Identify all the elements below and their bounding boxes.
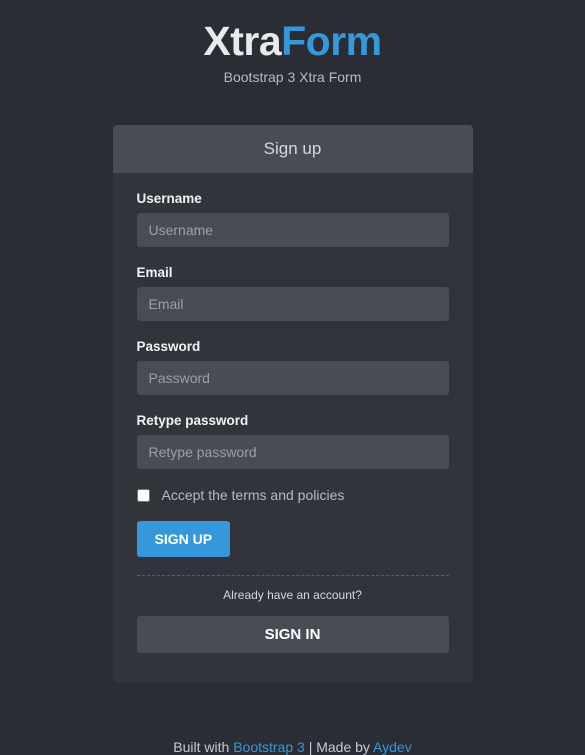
username-label: Username bbox=[137, 191, 449, 206]
terms-checkbox[interactable] bbox=[137, 489, 150, 502]
footer: Built with Bootstrap 3 | Made by Aydev bbox=[173, 739, 411, 755]
retype-password-input[interactable] bbox=[137, 435, 449, 469]
username-input[interactable] bbox=[137, 213, 449, 247]
bootstrap-link[interactable]: Bootstrap 3 bbox=[233, 739, 305, 755]
signin-prompt: Already have an account? bbox=[137, 588, 449, 602]
divider bbox=[137, 575, 449, 576]
password-label: Password bbox=[137, 339, 449, 354]
password-input[interactable] bbox=[137, 361, 449, 395]
terms-label: Accept the terms and policies bbox=[162, 487, 345, 503]
email-label: Email bbox=[137, 265, 449, 280]
logo: XtraForm bbox=[203, 18, 381, 65]
email-input[interactable] bbox=[137, 287, 449, 321]
logo-part1: Xtra bbox=[203, 18, 281, 64]
panel-title: Sign up bbox=[113, 125, 473, 173]
footer-mid: | Made by bbox=[305, 739, 373, 755]
logo-part2: Form bbox=[281, 18, 382, 64]
signup-panel: Sign up Username Email Password Retype p… bbox=[113, 125, 473, 683]
signup-button[interactable]: Sign up bbox=[137, 521, 231, 557]
footer-prefix: Built with bbox=[173, 739, 233, 755]
signin-button[interactable]: Sign in bbox=[137, 616, 449, 653]
subtitle: Bootstrap 3 Xtra Form bbox=[224, 69, 362, 85]
retype-label: Retype password bbox=[137, 413, 449, 428]
author-link[interactable]: Aydev bbox=[373, 739, 412, 755]
